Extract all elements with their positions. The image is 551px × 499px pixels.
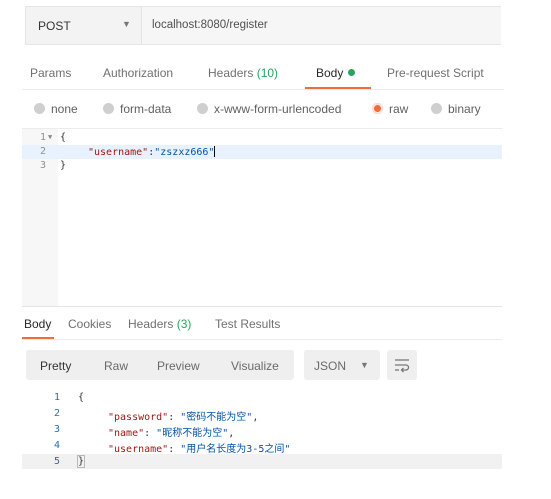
code-line: }: [60, 160, 66, 171]
divider: [22, 339, 502, 340]
code-line: "password": "密码不能为空",: [108, 412, 259, 423]
radio-label: binary: [448, 102, 481, 116]
active-line-highlight: [22, 454, 502, 469]
line-number: 3: [53, 424, 60, 435]
tab-label: Authorization: [103, 66, 174, 80]
radio-binary[interactable]: binary: [431, 102, 481, 120]
radio-label: x-www-form-urlencoded: [214, 102, 342, 116]
pane-separator[interactable]: [22, 306, 502, 307]
line-number: 1: [39, 132, 46, 143]
tab-cookies[interactable]: Cookies: [68, 317, 111, 331]
tab-params[interactable]: Params: [30, 66, 71, 80]
headers-count: (3): [176, 317, 192, 331]
code-line: {: [60, 132, 66, 143]
radio-circle-icon: [197, 103, 208, 114]
tab-response-body[interactable]: Body: [24, 317, 51, 331]
request-bar: POST ▼ localhost:8080/register: [25, 6, 501, 45]
brace: }: [76, 455, 86, 468]
code-line: {: [78, 392, 84, 403]
json-value: "昵称不能为空": [156, 428, 229, 439]
json-value: "密码不能为空": [180, 412, 253, 423]
code-line: "username": "用户名长度为3-5之间": [108, 444, 291, 455]
view-mode-group: Pretty Raw Preview Visualize: [26, 350, 294, 380]
tab-label: Pre-request Script: [387, 66, 484, 80]
wrap-lines-icon: [395, 359, 410, 373]
tab-pre-request-script[interactable]: Pre-request Script: [387, 66, 484, 80]
method-select[interactable]: POST ▼: [26, 7, 142, 44]
json-key: "username": [88, 147, 149, 158]
tab-body[interactable]: Body: [316, 66, 356, 80]
tab-label: Body: [316, 66, 344, 80]
radio-label: raw: [389, 102, 409, 116]
text-cursor: [214, 146, 216, 157]
json-value: "用户名长度为3-5之间": [180, 444, 291, 455]
method-label: POST: [38, 19, 71, 33]
line-number: 4: [53, 440, 60, 451]
tab-headers[interactable]: Headers (10): [208, 66, 278, 80]
view-visualize-button[interactable]: Visualize: [231, 359, 279, 373]
code-line: "name": "昵称不能为空",: [108, 428, 235, 439]
tab-label: Body: [24, 317, 52, 331]
body-type-radios: none form-data x-www-form-urlencoded raw…: [34, 102, 504, 120]
radio-selected-icon: [372, 103, 383, 114]
caret-down-icon: ▼: [122, 19, 131, 29]
radio-raw[interactable]: raw: [372, 102, 408, 120]
format-label: JSON: [314, 359, 347, 373]
tab-label: Headers: [128, 317, 174, 331]
view-preview-button[interactable]: Preview: [157, 359, 200, 373]
json-key: "name": [108, 428, 145, 439]
code-line: }: [76, 455, 86, 468]
json-value: "zszxz666": [154, 147, 215, 158]
radio-label: form-data: [120, 102, 172, 116]
radio-circle-icon: [103, 103, 114, 114]
url-input[interactable]: localhost:8080/register: [152, 19, 268, 31]
brace: {: [78, 392, 85, 403]
tab-response-headers[interactable]: Headers (3): [128, 317, 191, 331]
json-key: "username": [108, 444, 169, 455]
tab-label: Params: [30, 66, 72, 80]
view-pretty-button[interactable]: Pretty: [40, 359, 71, 373]
radio-label: none: [51, 102, 78, 116]
json-key: "password": [108, 412, 169, 423]
line-number: 2: [39, 146, 46, 157]
divider: [22, 89, 504, 90]
caret-down-icon: ▼: [360, 360, 369, 370]
tab-label: Test Results: [215, 317, 281, 331]
body-active-dot-icon: [348, 69, 356, 76]
radio-form-data[interactable]: form-data: [103, 102, 171, 120]
tab-test-results[interactable]: Test Results: [215, 317, 280, 331]
brace: }: [60, 160, 67, 171]
headers-count: (10): [256, 66, 279, 80]
line-number: 3: [39, 160, 46, 171]
request-tabs: Params Authorization Headers (10) Body P…: [24, 55, 504, 89]
brace: {: [60, 132, 67, 143]
radio-none[interactable]: none: [34, 102, 78, 120]
wrap-lines-button[interactable]: [387, 350, 417, 380]
tab-label: Headers: [208, 66, 254, 80]
response-body-viewer[interactable]: 1 2 3 4 5 { "password": "密码不能为空", "name"…: [22, 390, 502, 474]
response-tabs: Body Cookies Headers (3) Test Results: [22, 308, 502, 339]
line-number: 5: [53, 456, 60, 467]
tab-label: Cookies: [68, 317, 112, 331]
comma: ,: [252, 412, 259, 423]
radio-circle-icon: [34, 103, 45, 114]
fold-arrow-icon[interactable]: ▼: [48, 133, 52, 141]
format-select[interactable]: JSON ▼: [304, 350, 380, 380]
radio-circle-icon: [431, 103, 442, 114]
line-number: 1: [53, 392, 60, 403]
code-line: "username":"zszxz666": [88, 146, 216, 158]
radio-x-www-form-urlencoded[interactable]: x-www-form-urlencoded: [197, 102, 341, 120]
tab-authorization[interactable]: Authorization: [103, 66, 173, 80]
request-body-editor[interactable]: 1 ▼ 2 3 { "username":"zszxz666" }: [22, 128, 502, 307]
view-raw-button[interactable]: Raw: [104, 359, 128, 373]
comma: ,: [228, 428, 235, 439]
line-number: 2: [53, 408, 60, 419]
